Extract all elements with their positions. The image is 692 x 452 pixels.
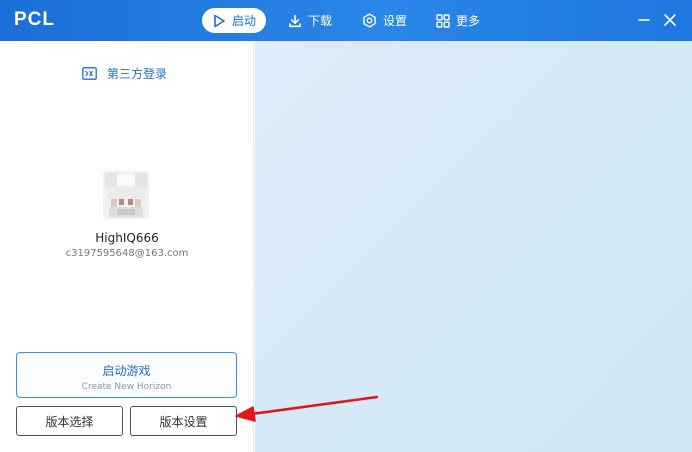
account-email: c3197595648@163.com xyxy=(65,248,189,259)
version-settings-button[interactable]: 版本设置 xyxy=(130,406,237,436)
close-icon xyxy=(664,14,676,26)
play-icon xyxy=(214,14,225,27)
gear-icon xyxy=(363,13,376,28)
nav-settings-label: 设置 xyxy=(383,14,408,28)
close-button[interactable] xyxy=(660,10,680,30)
minimize-icon xyxy=(638,19,650,21)
id-card-icon xyxy=(82,67,97,80)
username: HighIQ666 xyxy=(95,231,159,245)
nav-more[interactable]: 更多 xyxy=(426,8,490,33)
avatar xyxy=(101,169,151,221)
account-panel: 第三方登录 HighIQ666 c3197595648@163.com 启动游戏… xyxy=(0,41,254,452)
title-bar: PCL 启动 下载 设置 更多 xyxy=(0,0,692,41)
launch-game-button[interactable]: 启动游戏 Create New Horizon xyxy=(16,352,237,398)
download-icon xyxy=(289,14,301,27)
version-select-button[interactable]: 版本选择 xyxy=(16,406,123,436)
nav-launch-label: 启动 xyxy=(232,14,257,28)
grid-icon xyxy=(436,13,450,28)
login-type-label: 第三方登录 xyxy=(107,67,168,81)
nav-download[interactable]: 下载 xyxy=(278,8,342,33)
nav-more-label: 更多 xyxy=(456,14,481,28)
app-title: PCL xyxy=(14,9,55,30)
nav-settings[interactable]: 设置 xyxy=(352,8,417,33)
nav-download-label: 下载 xyxy=(308,14,333,28)
launch-game-subtitle: Create New Horizon xyxy=(81,382,172,392)
login-type-header[interactable]: 第三方登录 xyxy=(82,65,167,82)
nav-launch[interactable]: 启动 xyxy=(202,8,266,33)
content-area xyxy=(255,41,692,452)
launch-game-label: 启动游戏 xyxy=(102,364,151,378)
minimize-button[interactable] xyxy=(634,10,654,30)
